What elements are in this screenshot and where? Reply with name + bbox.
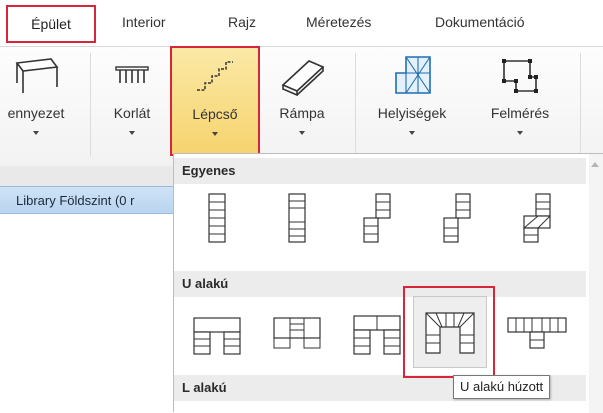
- railing-label: Korlát: [113, 105, 151, 121]
- stair-u-5[interactable]: [500, 302, 574, 370]
- stair-u-winder[interactable]: [413, 296, 487, 368]
- tab-epulet[interactable]: Épület: [6, 5, 96, 43]
- tab-meretezes[interactable]: Méretezés: [306, 14, 371, 30]
- u-stair-wide-icon: [507, 317, 567, 349]
- gallery-scrollbar[interactable]: [589, 154, 603, 413]
- ramp-label: Rámpa: [279, 105, 325, 121]
- survey-icon: [502, 59, 538, 93]
- stair-u-1[interactable]: [180, 302, 254, 370]
- tab-label: Épület: [31, 16, 71, 32]
- rooms-button[interactable]: Helyiségek: [362, 47, 462, 165]
- chevron-down-icon: [129, 131, 135, 135]
- ribbon-separator: [580, 53, 581, 157]
- scroll-up-arrow-icon[interactable]: [591, 162, 599, 167]
- ramp-button[interactable]: Rámpa: [266, 47, 338, 165]
- stair-straight-5[interactable]: [500, 188, 574, 256]
- railing-button[interactable]: Korlát: [96, 47, 168, 165]
- chevron-down-icon: [33, 131, 39, 135]
- survey-label: Felmérés: [490, 105, 550, 121]
- ramp-icon: [281, 60, 325, 97]
- ribbon-tab-bar: Épület Interior Rajz Méretezés Dokumentá…: [0, 0, 603, 46]
- straight-stair-icon: [208, 193, 226, 243]
- ceiling-label: ennyezet: [7, 105, 65, 121]
- stairs-gallery-dropdown: Egyenes U alakú L alakú: [173, 153, 603, 413]
- workspace-background: [0, 166, 173, 186]
- ribbon-panel: ennyezet Korlát Lépcső Rámpa Helyiségek …: [0, 46, 603, 167]
- stair-u-2[interactable]: [260, 302, 334, 370]
- stairs-label: Lépcső: [192, 106, 238, 122]
- stairs-icon: [197, 61, 233, 91]
- rooms-label: Helyiségek: [377, 105, 447, 121]
- stair-straight-2[interactable]: [260, 188, 334, 256]
- tab-rajz[interactable]: Rajz: [228, 14, 256, 30]
- u-winder-stair-icon: [425, 312, 475, 354]
- chevron-down-icon: [212, 132, 218, 136]
- tooltip: U alakú húzott: [453, 375, 551, 399]
- chevron-down-icon: [517, 131, 523, 135]
- stairs-button[interactable]: Lépcső: [170, 46, 260, 156]
- u-stair-icon: [193, 317, 241, 355]
- survey-button[interactable]: Felmérés: [478, 47, 562, 165]
- ribbon-separator: [90, 53, 91, 157]
- offset-stair-landing-icon: [443, 193, 471, 243]
- u-stair-narrow-icon: [273, 317, 321, 349]
- ribbon-separator: [355, 53, 356, 157]
- stair-straight-1[interactable]: [180, 188, 254, 256]
- section-header-egyenes: Egyenes: [174, 158, 586, 184]
- ceiling-button[interactable]: ennyezet: [0, 47, 82, 165]
- stair-straight-3[interactable]: [340, 188, 414, 256]
- railing-icon: [115, 66, 149, 83]
- straight-stair-landing-icon: [288, 193, 306, 243]
- tab-dokumentacio[interactable]: Dokumentáció: [435, 14, 525, 30]
- offset-stair-icon: [363, 193, 391, 243]
- section-header-u-alaku: U alakú: [174, 271, 586, 297]
- chevron-down-icon: [409, 131, 415, 135]
- winder-straight-stair-icon: [523, 193, 551, 243]
- rooms-icon: [395, 56, 431, 94]
- tab-interior[interactable]: Interior: [122, 14, 166, 30]
- stair-straight-4[interactable]: [420, 188, 494, 256]
- chevron-down-icon: [299, 131, 305, 135]
- library-tab[interactable]: Library Földszint (0 r: [0, 186, 173, 214]
- ceiling-icon: [15, 58, 59, 93]
